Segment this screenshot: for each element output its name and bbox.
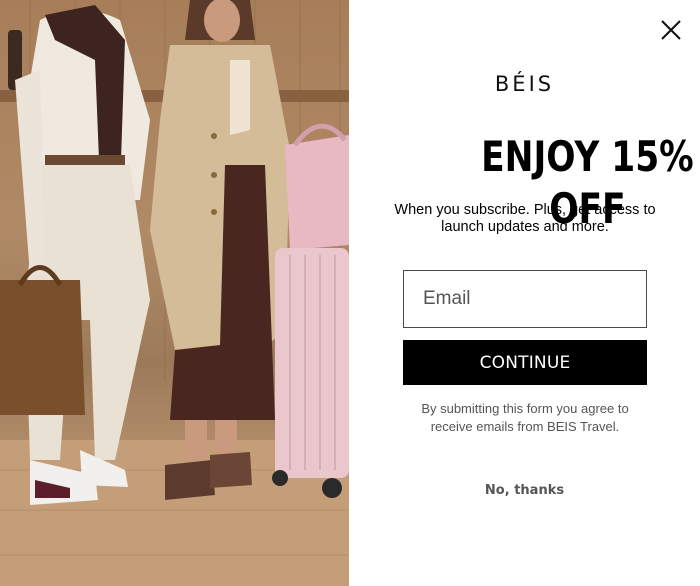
continue-button[interactable]: CONTINUE: [403, 340, 647, 385]
consent-disclaimer: By submitting this form you agree to rec…: [421, 401, 629, 434]
close-icon: [661, 20, 681, 40]
no-thanks-link[interactable]: No, thanks: [349, 483, 700, 498]
close-button[interactable]: [657, 16, 685, 44]
subscribe-popup: BÉIS ENJOY 15% OFF When you subscribe. P…: [0, 0, 700, 586]
email-field[interactable]: [403, 270, 647, 328]
promo-photo-illustration: [0, 0, 349, 586]
brand-logo: BÉIS: [494, 72, 555, 96]
offer-subtext: When you subscribe. Plus, get access to …: [394, 202, 656, 235]
promo-photo: [0, 0, 349, 586]
